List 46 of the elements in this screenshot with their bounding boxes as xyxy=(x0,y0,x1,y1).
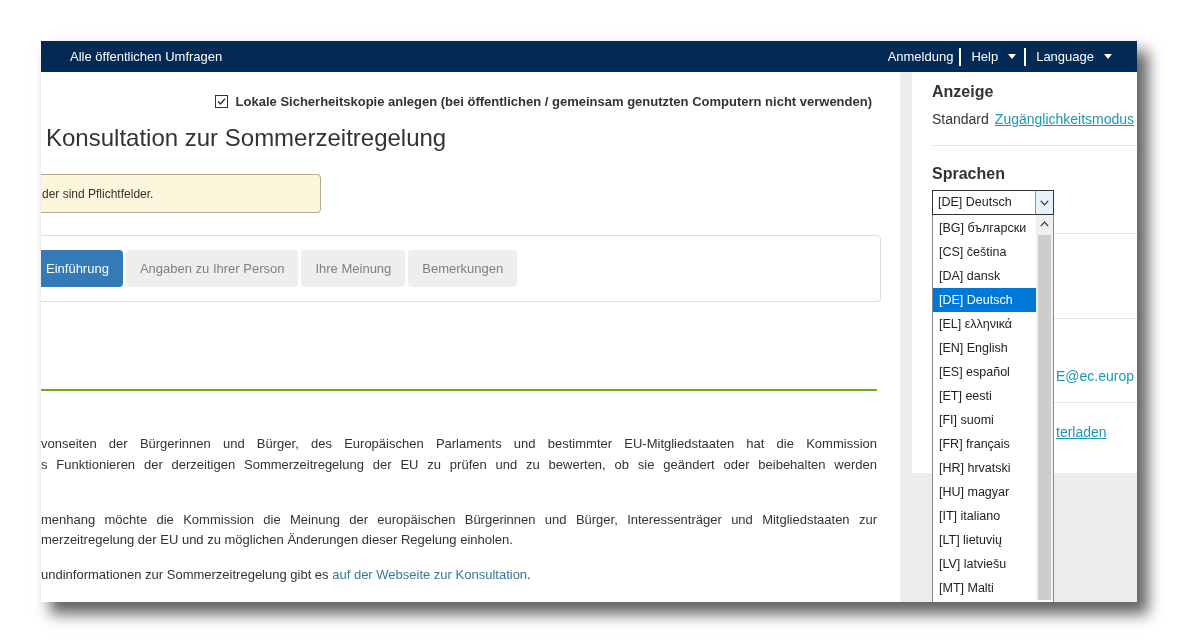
chevron-up-icon xyxy=(1040,221,1049,227)
tab[interactable]: Einführung xyxy=(41,250,123,287)
section-heading: Sprachen xyxy=(932,164,1006,184)
language-option[interactable]: [LV] latviešu xyxy=(933,552,1036,576)
checkbox[interactable] xyxy=(214,94,228,108)
language-option[interactable]: [HU] magyar xyxy=(933,480,1036,504)
scrollbar[interactable] xyxy=(1036,215,1053,600)
language-option[interactable]: [MT] Malti xyxy=(933,576,1036,600)
notice-message: der sind Pflichtfelder. xyxy=(41,174,321,213)
language-option[interactable]: [HR] hrvatski xyxy=(933,456,1036,480)
language-select[interactable]: [DE] Deutsch xyxy=(932,190,1054,215)
nav-dropdown[interactable]: Help xyxy=(961,47,1025,66)
caret-icon xyxy=(1104,54,1112,59)
language-option[interactable]: [IT] italiano xyxy=(933,504,1036,528)
caret-icon xyxy=(1008,54,1017,59)
language-option[interactable]: [DA] dansk xyxy=(933,264,1036,288)
display-mode-link[interactable]: Zugänglichkeitsmodus xyxy=(994,109,1135,129)
language-option[interactable]: [FR] français xyxy=(933,432,1036,456)
language-option[interactable]: [FI] suomi xyxy=(933,408,1036,432)
paragraph: menhang möchte die Kommission die Meinung der europäischen Bürgerinnen und Bürger, Interessenträger und Mitgliedstaaten zur merzeitregelung der EU und zu möglichen Änderungen dieser Regelung einholen. xyxy=(41,510,877,549)
language-option[interactable]: [EL] ελληνικά xyxy=(933,312,1036,336)
paragraph: undinformationen zur Sommerzeitregelung gibt es auf der Webseite zur Konsultation. xyxy=(41,565,532,584)
language-option[interactable]: [DE] Deutsch xyxy=(933,288,1036,312)
link[interactable]: auf der Webseite zur Konsultation xyxy=(332,566,528,582)
nav-link[interactable]: Anmeldung xyxy=(887,47,960,66)
language-option[interactable]: [LT] lietuvių xyxy=(933,528,1036,552)
display-mode-label: Standard xyxy=(932,110,989,129)
language-option[interactable]: [CS] čeština xyxy=(933,240,1036,264)
language-option[interactable]: [ES] español xyxy=(933,360,1036,384)
download-link[interactable]: terladen xyxy=(1056,423,1137,441)
language-option[interactable]: [EN] English xyxy=(933,336,1036,360)
tab[interactable]: Angaben zu Ihrer Person xyxy=(125,250,299,287)
dropdown-arrow-button[interactable] xyxy=(1035,191,1053,214)
survey-title: Konsultation zur Sommerzeitregelung xyxy=(45,123,448,153)
tab[interactable]: Bemerkungen xyxy=(408,250,518,287)
nav-dropdown[interactable]: Language xyxy=(1026,47,1120,66)
language-option[interactable]: [BG] български xyxy=(933,216,1036,240)
nav-link[interactable]: Alle öffentlichen Umfragen xyxy=(70,47,223,66)
email-link[interactable]: E@ec.europ xyxy=(1056,367,1137,385)
tab[interactable]: Ihre Meinung xyxy=(301,250,406,287)
scrollbar-thumb[interactable] xyxy=(1038,235,1051,600)
checkbox-label[interactable]: Lokale Sicherheitskopie anlegen (bei öffentlichen / gemeinsam genutzten Computern nicht verwenden) xyxy=(235,93,872,109)
paragraph: vonseiten der Bürgerinnen und Bürger, des Europäischen Parlaments und bestimmter EU-Mitgliedstaaten hat die Kommission s Funktionieren der derzeitigen Sommerzeitregelung der EU zu prüfen und zu bewerten, ob sie geändert oder beibehalten werden xyxy=(41,435,877,474)
section-heading: Anzeige xyxy=(932,82,995,102)
language-option[interactable]: [ET] eesti xyxy=(933,384,1036,408)
chevron-down-icon xyxy=(1040,199,1049,206)
